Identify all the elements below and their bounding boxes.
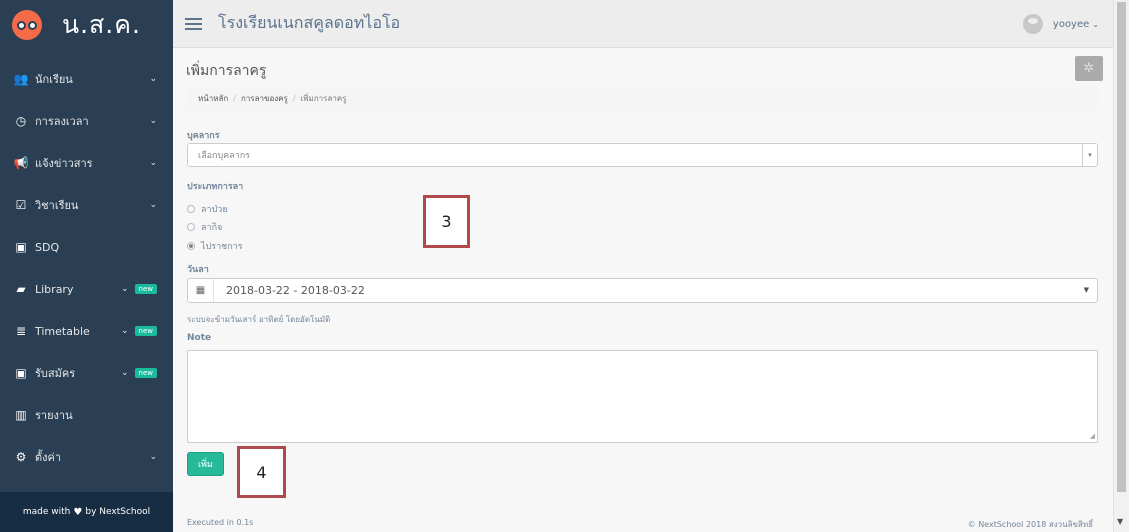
breadcrumb: หน้าหลัก / การลาของครู / เพิ่มการลาครู [186, 86, 1098, 110]
sidebar-item-label: วิชาเรียน [35, 199, 79, 212]
sidebar-item-label: รับสมัคร [35, 367, 76, 380]
topbar: โรงเรียนเนกสคูลดอทไอโอ yooyee ⌄ [173, 0, 1113, 48]
sidebar-item-label: นักเรียน [35, 73, 73, 86]
page-title: เพิ่มการลาครู [186, 63, 267, 79]
book-icon: ▰ [16, 282, 26, 296]
footer-suffix: by NextSchool [85, 507, 151, 517]
chevron-down-icon: ⌄ [149, 200, 157, 210]
brand-title: น.ส.ค. [62, 10, 141, 39]
heart-icon: ♥ [73, 506, 83, 518]
annotation-4: 4 [237, 446, 286, 498]
settings-button[interactable]: ✲ [1075, 56, 1103, 81]
sidebar: น.ส.ค. 👥 นักเรียน ⌄ ◷ การลงเวลา ⌄ 📢 แจ้ง… [0, 0, 173, 532]
footer-prefix: made with [22, 507, 71, 517]
sidebar-footer: made with ♥ by NextSchool [0, 492, 173, 532]
add-button[interactable]: เพิ่ม [187, 452, 224, 476]
radio-button[interactable] [187, 223, 195, 231]
chevron-down-icon: ⌄ [149, 116, 157, 126]
person-select-placeholder: เลือกบุคลากร [198, 151, 251, 161]
sidebar-item-sdq[interactable]: ▣ SDQ [0, 226, 173, 268]
execution-time: Executed in 0.1s [187, 518, 254, 527]
username: yooyee [1052, 18, 1090, 30]
sidebar-item-timetable[interactable]: ≣ Timetable ⌄ new [0, 310, 173, 352]
sidebar-item-label: การลงเวลา [35, 115, 89, 128]
school-name: โรงเรียนเนกสคูลดอทไอโอ [218, 13, 401, 32]
person-select[interactable]: เลือกบุคลากร ▾ [187, 143, 1098, 167]
id-card-icon: ▣ [15, 240, 27, 254]
sidebar-item-library[interactable]: ▰ Library ⌄ new [0, 268, 173, 310]
brand[interactable]: น.ส.ค. [0, 0, 173, 50]
radio-personal-leave[interactable]: ลากิจ [187, 220, 222, 234]
radio-label: ลากิจ [201, 223, 223, 233]
users-icon: 👥 [13, 72, 29, 86]
page-scrollbar[interactable]: ▼ [1113, 0, 1129, 532]
radio-button[interactable] [187, 242, 195, 250]
owl-logo-icon [12, 10, 42, 40]
weekend-hint: ระบบจะข้ามวันเสาร์ อาทิตย์ โดยอัตโนมัติ [187, 315, 331, 324]
sidebar-item-subjects[interactable]: ☑ วิชาเรียน ⌄ [0, 184, 173, 226]
radio-label: ไปราชการ [201, 242, 243, 252]
chevron-down-icon: ⌄ [149, 74, 157, 84]
sidebar-item-label: ตั้งค่า [35, 451, 62, 464]
menu-toggle-icon[interactable] [185, 17, 202, 30]
sidebar-item-label: แจ้งข่าวสาร [35, 157, 93, 170]
gear-icon: ✲ [1083, 61, 1095, 76]
gears-icon: ⚙ [15, 450, 27, 464]
sidebar-item-settings[interactable]: ⚙ ตั้งค่า ⌄ [0, 436, 173, 478]
sidebar-item-label: SDQ [35, 240, 60, 254]
main-content: เพิ่มการลาครู ✲ หน้าหลัก / การลาของครู /… [173, 48, 1113, 532]
chevron-down-icon: ⌄ [149, 452, 157, 462]
new-badge: new [134, 284, 157, 294]
date-range-picker[interactable]: ▦ 2018-03-22 - 2018-03-22 ▼ [187, 278, 1098, 303]
sidebar-item-label: รายงาน [35, 409, 73, 422]
leave-type-label: ประเภทการลา [187, 182, 244, 192]
new-badge: new [134, 326, 157, 336]
new-badge: new [134, 368, 157, 378]
avatar [1022, 14, 1043, 34]
radio-button[interactable] [187, 205, 195, 213]
sidebar-item-announcements[interactable]: 📢 แจ้งข่าวสาร ⌄ [0, 142, 173, 184]
sidebar-item-label: Timetable [35, 324, 90, 338]
chevron-down-icon: ⌄ [1092, 19, 1099, 29]
date-label: วันลา [187, 265, 209, 275]
user-menu[interactable]: yooyee ⌄ [1022, 14, 1099, 34]
breadcrumb-teacher-leave[interactable]: การลาของครู [241, 92, 288, 105]
calendar-icon: ▦ [188, 279, 214, 302]
radio-sick-leave[interactable]: ลาป่วย [187, 202, 228, 216]
note-label: Note [187, 333, 212, 343]
chevron-down-icon: ⌄ [149, 158, 157, 168]
sidebar-item-admissions[interactable]: ▣ รับสมัคร ⌄ new [0, 352, 173, 394]
chevron-down-icon: ⌄ [120, 284, 129, 294]
server-icon: ≣ [15, 324, 27, 338]
sidebar-item-attendance[interactable]: ◷ การลงเวลา ⌄ [0, 100, 173, 142]
form-icon: ▣ [15, 366, 27, 380]
date-range-value: 2018-03-22 - 2018-03-22 [226, 284, 365, 297]
calendar-check-icon: ☑ [15, 198, 27, 212]
breadcrumb-current: เพิ่มการลาครู [300, 93, 347, 103]
radio-official-duty[interactable]: ไปราชการ [187, 239, 243, 253]
radio-label: ลาป่วย [201, 205, 228, 215]
chevron-down-icon: ▾ [1082, 144, 1097, 166]
copyright: © NextSchool 2018 สงวนลิขสิทธิ์ [967, 520, 1093, 529]
sidebar-item-label: Library [35, 282, 74, 296]
scrollbar-thumb[interactable] [1117, 2, 1126, 492]
sidebar-item-students[interactable]: 👥 นักเรียน ⌄ [0, 58, 173, 100]
chevron-down-icon: ⌄ [120, 368, 129, 378]
chevron-down-icon: ⌄ [120, 326, 129, 336]
sidebar-item-reports[interactable]: ▥ รายงาน [0, 394, 173, 436]
annotation-3: 3 [423, 195, 470, 248]
clock-icon: ◷ [15, 114, 27, 128]
megaphone-icon: 📢 [13, 156, 29, 170]
bar-chart-icon: ▥ [15, 408, 27, 422]
person-label: บุคลากร [187, 131, 220, 141]
breadcrumb-home[interactable]: หน้าหลัก [198, 92, 228, 105]
note-textarea[interactable]: ◢ [187, 350, 1098, 443]
scroll-down-icon[interactable]: ▼ [1117, 517, 1123, 526]
resize-grip-icon[interactable]: ◢ [1090, 432, 1095, 440]
sidebar-nav: 👥 นักเรียน ⌄ ◷ การลงเวลา ⌄ 📢 แจ้งข่าวสาร… [0, 58, 173, 478]
caret-down-icon: ▼ [1083, 286, 1089, 294]
